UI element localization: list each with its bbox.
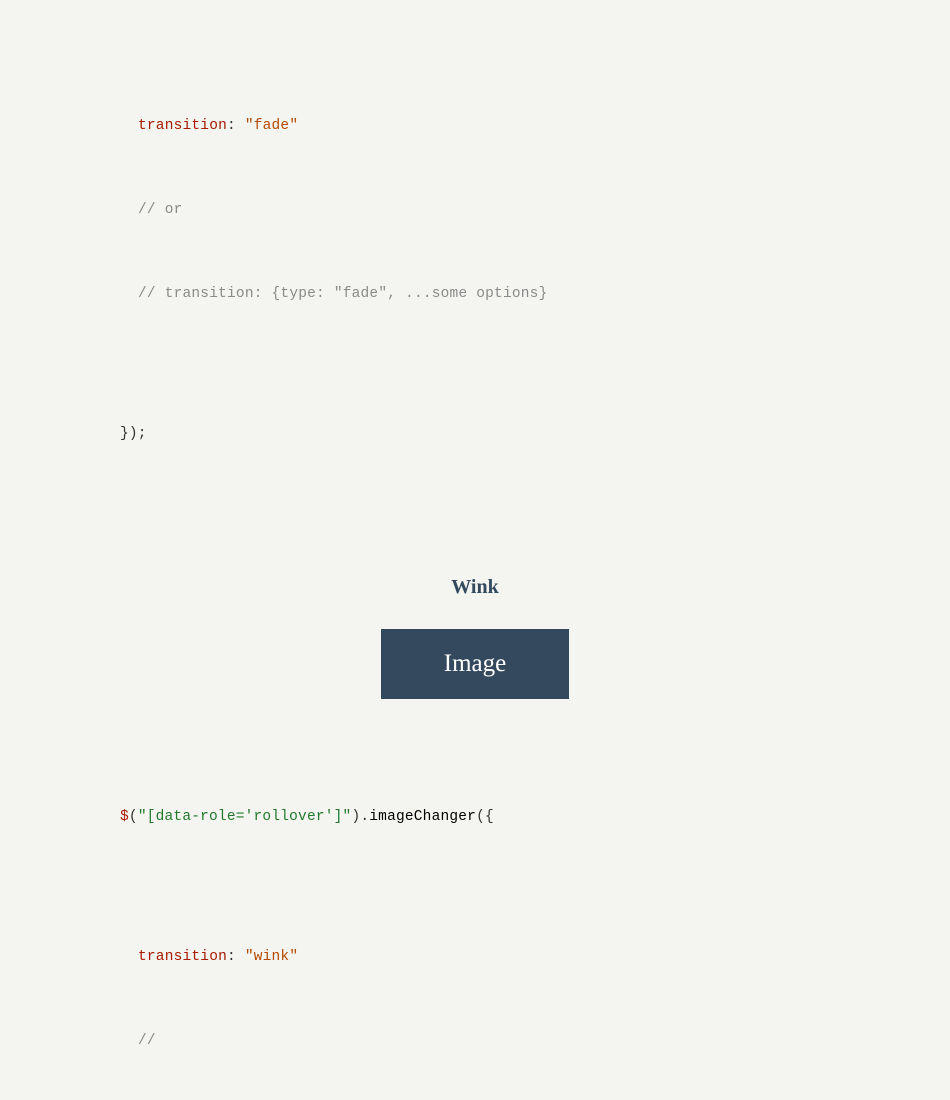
code-key: transition [138,118,227,134]
code-dollar: $ [120,809,129,825]
code-block-wink: $("[data-role='rollover']").imageChanger… [120,747,830,1100]
code-line: // transition: {type: "fade", ...some op… [138,280,830,308]
code-line: // [138,1027,830,1055]
code-line: transition: "fade" [138,112,830,140]
image-demo-box[interactable]: Image [381,629,569,699]
section-heading-wink: Wink [120,576,830,599]
code-open-brace: ({ [476,809,494,825]
code-line: $("[data-role='rollover']").imageChanger… [120,803,830,831]
code-key: transition [138,949,227,965]
image-demo-label: Image [444,650,506,678]
code-comment: // transition: {type: "fade", ...some op… [138,286,547,302]
code-line: transition: "wink" [138,943,830,971]
code-comment: // or [138,202,183,218]
code-close: }); [120,426,147,442]
code-string: "wink" [245,949,298,965]
code-line: }); [120,420,830,448]
code-rparen: ). [351,809,369,825]
code-block-fade-partial: transition: "fade" // or // transition: … [120,0,830,504]
code-string: "fade" [245,118,298,134]
code-colon: : [227,118,245,134]
code-line: // or [138,196,830,224]
code-lparen: ( [129,809,138,825]
code-colon: : [227,949,245,965]
code-selector: "[data-role='rollover']" [138,809,352,825]
code-comment: // [138,1033,156,1049]
code-method: imageChanger [369,809,476,825]
